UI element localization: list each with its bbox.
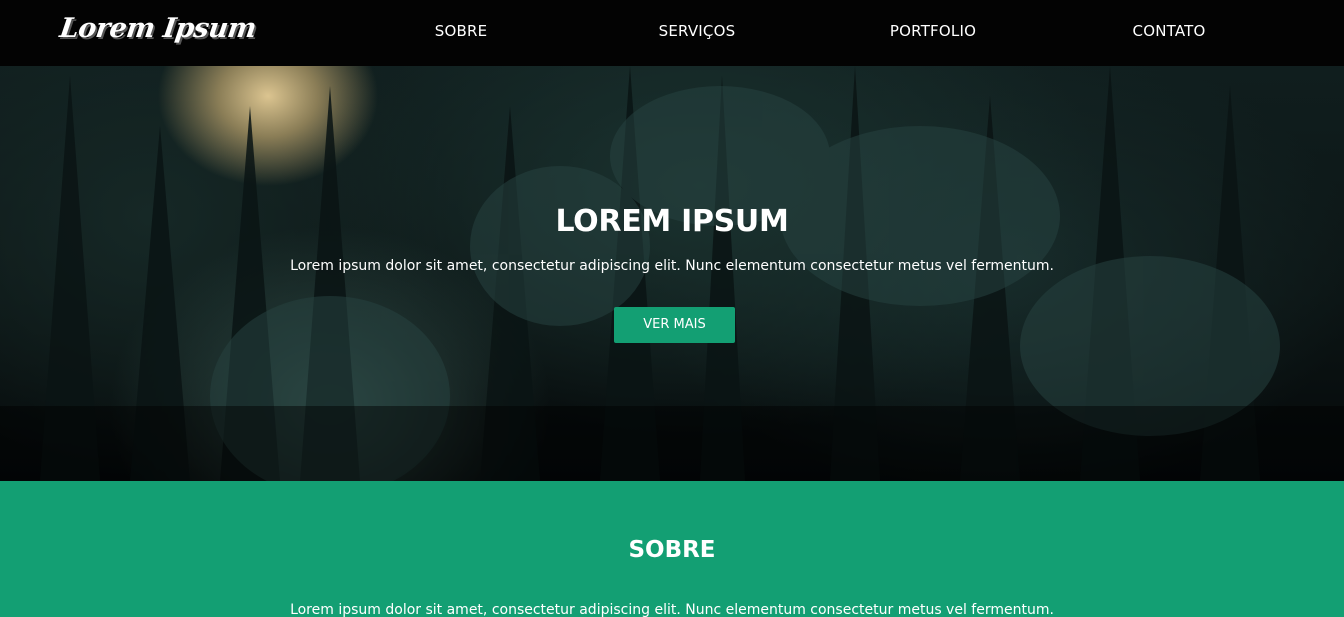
nav-link-contato[interactable]: CONTATO [1133,22,1206,40]
ver-mais-button[interactable]: VER MAIS [614,307,735,343]
hero-content: LOREM IPSUM Lorem ipsum dolor sit amet, … [0,66,1344,481]
about-section: SOBRE Lorem ipsum dolor sit amet, consec… [0,481,1344,617]
logo[interactable]: Lorem Ipsum [58,13,258,44]
about-title: SOBRE [628,537,716,563]
nav-link-portfolio[interactable]: PORTFOLIO [890,22,976,40]
about-description: Lorem ipsum dolor sit amet, consectetur … [290,602,1054,617]
navbar: Lorem Ipsum SOBRE SERVIÇOS PORTFOLIO CON… [0,0,1344,66]
hero-description: Lorem ipsum dolor sit amet, consectetur … [290,258,1054,274]
hero-title: LOREM IPSUM [555,204,789,239]
nav-link-servicos[interactable]: SERVIÇOS [659,22,736,40]
hero-section: LOREM IPSUM Lorem ipsum dolor sit amet, … [0,66,1344,481]
nav-link-sobre[interactable]: SOBRE [435,22,488,40]
